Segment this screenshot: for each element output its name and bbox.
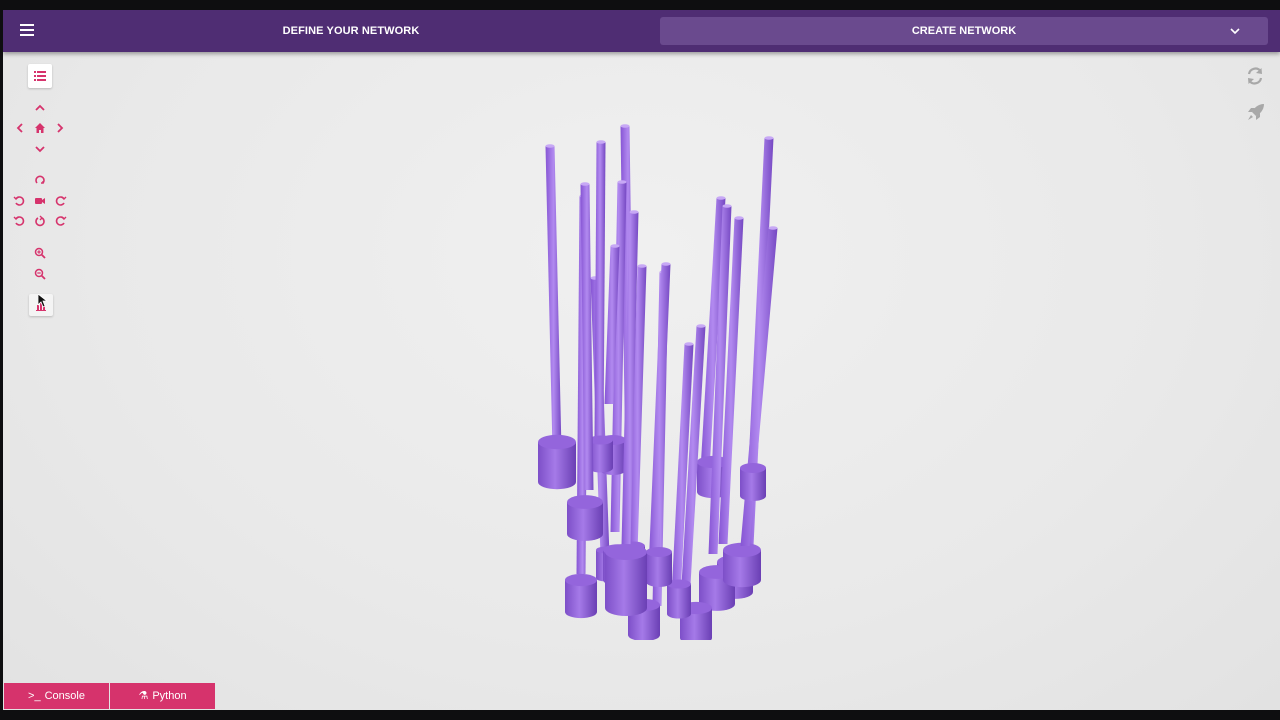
dendrite-cap <box>768 226 778 230</box>
rotate-right-icon <box>55 196 67 206</box>
dendrite-cap <box>661 262 671 266</box>
dendrite-cap <box>722 204 732 208</box>
rotate-cw-icon <box>55 216 67 226</box>
dendrite-cap <box>580 182 590 186</box>
soma-body <box>667 584 691 619</box>
dendrite-cap <box>596 140 606 144</box>
soma-body <box>740 468 766 501</box>
home-icon <box>35 123 45 133</box>
pan-up-button[interactable] <box>31 99 49 117</box>
dendrite-cap <box>764 136 774 140</box>
rotate-ccw-button[interactable] <box>10 212 28 230</box>
top-bar: DEFINE YOUR NETWORK CREATE NETWORK <box>3 10 1280 52</box>
rotate-reset-button[interactable] <box>31 212 49 230</box>
pan-home-button[interactable] <box>31 119 49 137</box>
camera-button[interactable] <box>31 192 49 210</box>
list-icon <box>34 71 46 81</box>
dendrite-cap <box>610 244 620 248</box>
rotate-ccw-icon <box>13 216 25 226</box>
console-tab[interactable]: >_ Console <box>4 683 109 709</box>
chevron-down-icon[interactable] <box>1228 17 1242 45</box>
python-tab[interactable]: ⚗ Python <box>110 683 215 709</box>
dendrite-cap <box>629 210 639 214</box>
dendrite-cap <box>620 124 630 128</box>
network-3d-canvas[interactable] <box>513 100 803 640</box>
rotate-right-button[interactable] <box>52 192 70 210</box>
rotate-left-button[interactable] <box>10 192 28 210</box>
soma-body <box>605 552 647 616</box>
tab-define-network[interactable]: DEFINE YOUR NETWORK <box>233 10 469 52</box>
zoom-out-button[interactable] <box>31 265 49 283</box>
rotate-up-icon <box>35 175 45 184</box>
refresh-icon[interactable] <box>1245 66 1265 86</box>
console-tab-label: Console <box>44 690 85 702</box>
rotate-up-button[interactable] <box>31 171 49 189</box>
dendrite-cap <box>545 144 555 148</box>
soma-top <box>567 495 603 509</box>
terminal-icon: >_ <box>28 690 41 702</box>
soma-top <box>565 573 597 587</box>
mouse-cursor-icon <box>38 294 48 308</box>
soma-top <box>740 463 766 473</box>
soma-top <box>646 547 672 557</box>
soma-top <box>538 434 576 450</box>
zoom-in-button[interactable] <box>31 244 49 262</box>
dendrite-cap <box>734 216 744 220</box>
chevron-up-icon <box>35 104 45 111</box>
zoom-out-icon <box>34 268 46 280</box>
dendrite-cap <box>684 342 694 346</box>
rotate-cw-button[interactable] <box>52 212 70 230</box>
dendrite-cap <box>696 324 706 328</box>
flask-icon: ⚗ <box>138 690 149 702</box>
dendrite-rod <box>594 142 606 438</box>
tab-create-network[interactable]: CREATE NETWORK <box>660 17 1268 45</box>
app-window: DEFINE YOUR NETWORK CREATE NETWORK >_ Co… <box>3 10 1280 710</box>
dendrite-cap <box>716 196 726 200</box>
chevron-right-icon <box>57 123 64 133</box>
neuron-10[interactable] <box>538 144 576 490</box>
rotate-left-icon <box>13 196 25 206</box>
create-network-label: CREATE NETWORK <box>911 25 1017 37</box>
dendrite-cap <box>617 180 627 184</box>
rocket-icon[interactable] <box>1246 102 1266 122</box>
pan-down-button[interactable] <box>31 140 49 158</box>
camera-icon <box>35 198 45 204</box>
chevron-left-icon <box>16 123 23 133</box>
dendrite-rod <box>545 146 562 450</box>
pan-left-button[interactable] <box>11 119 29 137</box>
soma-body <box>646 552 672 587</box>
neuron-population <box>538 124 778 640</box>
pan-right-button[interactable] <box>51 119 69 137</box>
soma-top <box>605 544 647 560</box>
chevron-down-icon <box>35 146 45 153</box>
dendrite-cap <box>637 264 647 268</box>
hamburger-menu-icon[interactable] <box>17 22 37 40</box>
list-button[interactable] <box>28 64 52 88</box>
python-tab-label: Python <box>152 690 187 702</box>
zoom-in-icon <box>34 247 46 259</box>
rotate-reset-icon <box>35 215 45 227</box>
